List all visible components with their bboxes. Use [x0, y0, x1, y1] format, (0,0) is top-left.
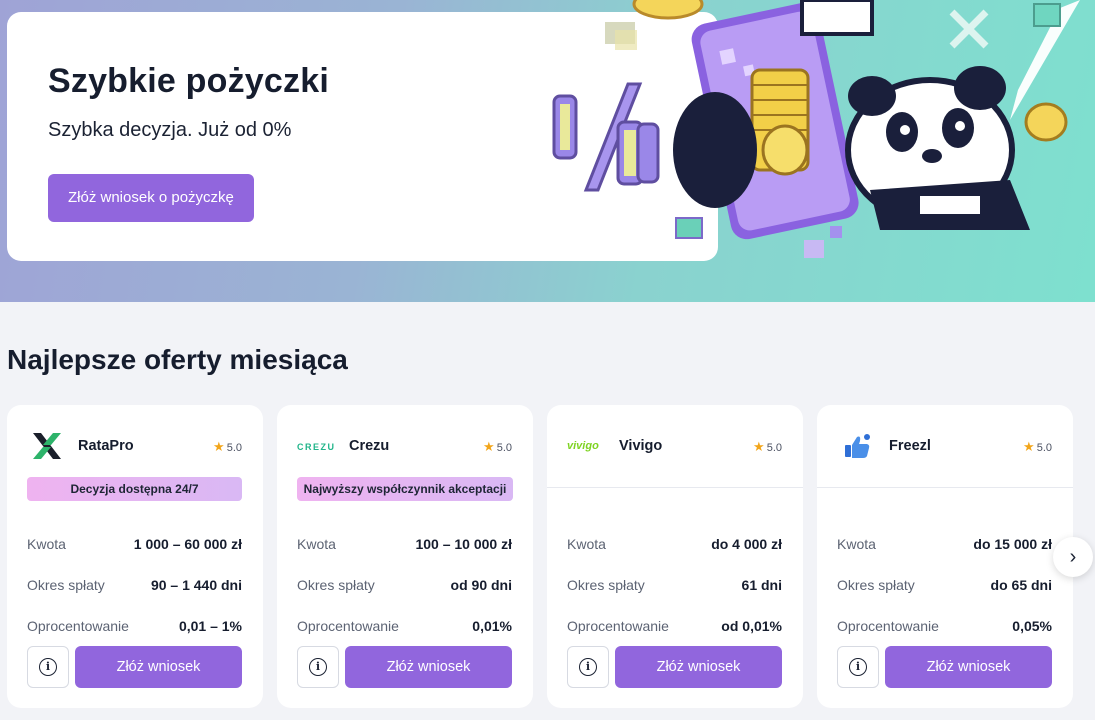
ratapro-logo-icon: [33, 433, 61, 459]
offer-card: vivigo Vivigo ★ 5.0 Kwota do 4 000 zł Okre…: [547, 405, 803, 708]
star-icon: ★: [753, 439, 765, 454]
rate-label: Oprocentowanie: [27, 617, 129, 634]
rate-value: 0,05%: [1012, 617, 1052, 634]
offers-carousel: RataPro ★ 5.0 Decyzja dostępna 24/7 Kwota…: [7, 405, 1095, 710]
offer-card: Freezl ★ 5.0 Kwota do 15 000 zł Okres spła…: [817, 405, 1073, 708]
rating-value: 5.0: [1036, 442, 1052, 454]
brand-name: Freezl: [889, 438, 931, 454]
period-label: Okres spłaty: [837, 576, 915, 593]
hero-banner: Szybkie pożyczki Szybka decyzja. Już od …: [0, 0, 1095, 302]
period-label: Okres spłaty: [27, 576, 105, 593]
rating: ★ 5.0: [1023, 439, 1052, 455]
coins-icon: [750, 68, 810, 176]
info-icon: i: [579, 658, 597, 676]
period-value: od 90 dni: [450, 576, 512, 593]
card-details: Kwota 100 – 10 000 zł Okres spłaty od 90 d…: [297, 523, 512, 646]
info-icon: i: [39, 658, 57, 676]
card-actions: i Złóż wniosek: [297, 646, 512, 688]
card-header: Freezl ★ 5.0: [817, 405, 1073, 488]
section-title: Najlepsze oferty miesiąca: [7, 344, 348, 375]
amount-label: Kwota: [27, 535, 66, 552]
info-icon: i: [849, 658, 867, 676]
rating-value: 5.0: [226, 442, 242, 454]
card-badge: Decyzja dostępna 24/7: [27, 477, 242, 501]
info-icon: i: [309, 658, 327, 676]
rating: ★ 5.0: [213, 439, 242, 455]
detail-row-period: Okres spłaty od 90 dni: [297, 564, 512, 605]
rate-label: Oprocentowanie: [567, 617, 669, 634]
period-value: 61 dni: [741, 576, 782, 593]
freezl-logo-icon: [845, 434, 870, 458]
rate-value: od 0,01%: [721, 617, 782, 634]
detail-row-period: Okres spłaty 61 dni: [567, 564, 782, 605]
apply-button[interactable]: Złóż wniosek: [885, 646, 1052, 688]
detail-row-amount: Kwota 1 000 – 60 000 zł: [27, 523, 242, 564]
period-value: 90 – 1 440 dni: [150, 576, 242, 593]
detail-row-period: Okres spłaty do 65 dni: [837, 564, 1052, 605]
amount-label: Kwota: [567, 535, 606, 552]
card-header: vivigo Vivigo ★ 5.0: [547, 405, 803, 488]
info-button[interactable]: i: [27, 646, 69, 688]
card-header: RataPro ★ 5.0: [7, 405, 263, 488]
info-button[interactable]: i: [297, 646, 339, 688]
crezu-logo-icon: CREZU: [297, 442, 336, 452]
info-button[interactable]: i: [837, 646, 879, 688]
detail-row-rate: Oprocentowanie 0,05%: [837, 605, 1052, 646]
detail-row-rate: Oprocentowanie od 0,01%: [567, 605, 782, 646]
brand-name: Crezu: [349, 438, 390, 454]
detail-row-amount: Kwota do 4 000 zł: [567, 523, 782, 564]
apply-button[interactable]: Złóż wniosek: [75, 646, 242, 688]
amount-value: do 15 000 zł: [973, 535, 1052, 552]
carousel-next-button[interactable]: ›: [1053, 537, 1093, 577]
rate-value: 0,01%: [472, 617, 512, 634]
period-label: Okres spłaty: [297, 576, 375, 593]
period-label: Okres spłaty: [567, 576, 645, 593]
card-actions: i Złóż wniosek: [837, 646, 1052, 688]
rating: ★ 5.0: [753, 439, 782, 455]
amount-value: 1 000 – 60 000 zł: [133, 535, 242, 552]
card-details: Kwota 1 000 – 60 000 zł Okres spłaty 90 – …: [27, 523, 242, 646]
period-value: do 65 dni: [990, 576, 1052, 593]
percent-icon: [552, 82, 660, 192]
detail-row-amount: Kwota 100 – 10 000 zł: [297, 523, 512, 564]
card-actions: i Złóż wniosek: [567, 646, 782, 688]
detail-row-rate: Oprocentowanie 0,01%: [297, 605, 512, 646]
apply-button[interactable]: Złóż wniosek: [345, 646, 512, 688]
apply-loan-button[interactable]: Złóż wniosek o pożyczkę: [48, 174, 254, 222]
star-icon: ★: [483, 439, 495, 454]
info-button[interactable]: i: [567, 646, 609, 688]
brand-name: RataPro: [78, 438, 134, 454]
chevron-right-icon: ›: [1069, 545, 1077, 568]
amount-value: do 4 000 zł: [711, 535, 782, 552]
offer-card: RataPro ★ 5.0 Decyzja dostępna 24/7 Kwota…: [7, 405, 263, 708]
card-header: CREZU Crezu ★ 5.0: [277, 405, 533, 488]
amount-label: Kwota: [837, 535, 876, 552]
detail-row-amount: Kwota do 15 000 zł: [837, 523, 1052, 564]
star-icon: ★: [1023, 439, 1035, 454]
brand-name: Vivigo: [619, 438, 663, 454]
offer-card: CREZU Crezu ★ 5.0 Najwyższy współczynnik …: [277, 405, 533, 708]
star-icon: ★: [213, 439, 225, 454]
card-actions: i Złóż wniosek: [27, 646, 242, 688]
rating-value: 5.0: [766, 442, 782, 454]
rate-label: Oprocentowanie: [297, 617, 399, 634]
amount-label: Kwota: [297, 535, 336, 552]
card-details: Kwota do 15 000 zł Okres spłaty do 65 dni …: [837, 523, 1052, 646]
cross-icon: [949, 9, 989, 49]
rating-value: 5.0: [496, 442, 512, 454]
detail-row-rate: Oprocentowanie 0,01 – 1%: [27, 605, 242, 646]
card-badge: Najwyższy współczynnik akceptacji: [297, 477, 513, 501]
detail-row-period: Okres spłaty 90 – 1 440 dni: [27, 564, 242, 605]
vivigo-logo-icon: vivigo: [567, 440, 599, 452]
rating: ★ 5.0: [483, 439, 512, 455]
apply-button[interactable]: Złóż wniosek: [615, 646, 782, 688]
card-details: Kwota do 4 000 zł Okres spłaty 61 dni Opro…: [567, 523, 782, 646]
amount-value: 100 – 10 000 zł: [415, 535, 512, 552]
rate-label: Oprocentowanie: [837, 617, 939, 634]
hero-illustration: [552, 0, 1080, 258]
rate-value: 0,01 – 1%: [178, 617, 242, 634]
